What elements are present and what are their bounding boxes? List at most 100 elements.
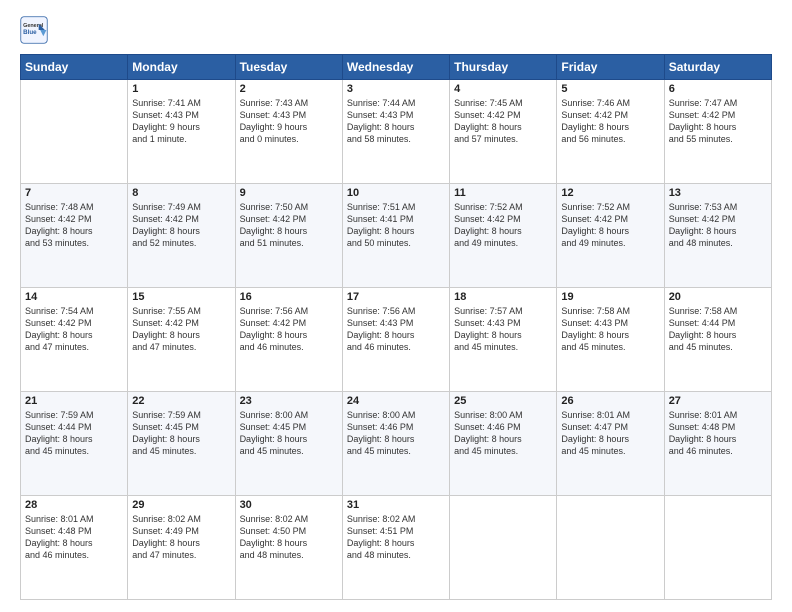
day-number: 23: [240, 395, 338, 407]
day-number: 2: [240, 83, 338, 95]
cell-info: Sunrise: 7:49 AM Sunset: 4:42 PM Dayligh…: [132, 201, 230, 250]
week-row-3: 14 Sunrise: 7:54 AM Sunset: 4:42 PM Dayli…: [21, 288, 772, 392]
day-number: 26: [561, 395, 659, 407]
calendar-cell: [450, 496, 557, 600]
calendar-cell: 23 Sunrise: 8:00 AM Sunset: 4:45 PM Dayli…: [235, 392, 342, 496]
day-number: 18: [454, 291, 552, 303]
day-number: 31: [347, 499, 445, 511]
day-number: 12: [561, 187, 659, 199]
cell-info: Sunrise: 7:48 AM Sunset: 4:42 PM Dayligh…: [25, 201, 123, 250]
cell-info: Sunrise: 7:54 AM Sunset: 4:42 PM Dayligh…: [25, 305, 123, 354]
day-number: 5: [561, 83, 659, 95]
calendar-cell: 14 Sunrise: 7:54 AM Sunset: 4:42 PM Dayli…: [21, 288, 128, 392]
svg-text:Blue: Blue: [23, 29, 37, 36]
day-number: 22: [132, 395, 230, 407]
cell-info: Sunrise: 7:56 AM Sunset: 4:43 PM Dayligh…: [347, 305, 445, 354]
logo: General Blue: [20, 16, 52, 44]
cell-info: Sunrise: 8:00 AM Sunset: 4:45 PM Dayligh…: [240, 409, 338, 458]
week-row-5: 28Sunrise: 8:01 AM Sunset: 4:48 PM Dayli…: [21, 496, 772, 600]
day-number: 13: [669, 187, 767, 199]
cell-info: Sunrise: 7:59 AM Sunset: 4:45 PM Dayligh…: [132, 409, 230, 458]
week-row-1: 1 Sunrise: 7:41 AM Sunset: 4:43 PM Daylig…: [21, 80, 772, 184]
calendar-cell: 6 Sunrise: 7:47 AM Sunset: 4:42 PM Daylig…: [664, 80, 771, 184]
calendar-cell: [664, 496, 771, 600]
calendar-cell: 20 Sunrise: 7:58 AM Sunset: 4:44 PM Dayli…: [664, 288, 771, 392]
calendar-cell: 16 Sunrise: 7:56 AM Sunset: 4:42 PM Dayli…: [235, 288, 342, 392]
col-header-friday: Friday: [557, 55, 664, 80]
cell-info: Sunrise: 7:47 AM Sunset: 4:42 PM Dayligh…: [669, 97, 767, 146]
calendar-cell: 22 Sunrise: 7:59 AM Sunset: 4:45 PM Dayli…: [128, 392, 235, 496]
cell-info: Sunrise: 7:53 AM Sunset: 4:42 PM Dayligh…: [669, 201, 767, 250]
day-number: 3: [347, 83, 445, 95]
page: General Blue SundayMondayTuesdayWednesda…: [0, 0, 792, 612]
col-header-monday: Monday: [128, 55, 235, 80]
cell-info: Sunrise: 7:58 AM Sunset: 4:44 PM Dayligh…: [669, 305, 767, 354]
day-number: 21: [25, 395, 123, 407]
day-number: 10: [347, 187, 445, 199]
day-number: 16: [240, 291, 338, 303]
cell-info: Sunrise: 7:50 AM Sunset: 4:42 PM Dayligh…: [240, 201, 338, 250]
calendar-body: 1 Sunrise: 7:41 AM Sunset: 4:43 PM Daylig…: [21, 80, 772, 600]
calendar-cell: 4Sunrise: 7:45 AM Sunset: 4:42 PM Daylig…: [450, 80, 557, 184]
calendar-cell: 19Sunrise: 7:58 AM Sunset: 4:43 PM Dayli…: [557, 288, 664, 392]
day-number: 27: [669, 395, 767, 407]
calendar-cell: 12Sunrise: 7:52 AM Sunset: 4:42 PM Dayli…: [557, 184, 664, 288]
calendar-cell: 31 Sunrise: 8:02 AM Sunset: 4:51 PM Dayli…: [342, 496, 449, 600]
cell-info: Sunrise: 7:41 AM Sunset: 4:43 PM Dayligh…: [132, 97, 230, 146]
cell-info: Sunrise: 7:59 AM Sunset: 4:44 PM Dayligh…: [25, 409, 123, 458]
day-number: 9: [240, 187, 338, 199]
day-number: 8: [132, 187, 230, 199]
calendar-cell: 1 Sunrise: 7:41 AM Sunset: 4:43 PM Daylig…: [128, 80, 235, 184]
calendar-header: SundayMondayTuesdayWednesdayThursdayFrid…: [21, 55, 772, 80]
header: General Blue: [20, 16, 772, 44]
day-number: 24: [347, 395, 445, 407]
cell-info: Sunrise: 8:02 AM Sunset: 4:50 PM Dayligh…: [240, 513, 338, 562]
calendar-cell: 10 Sunrise: 7:51 AM Sunset: 4:41 PM Dayli…: [342, 184, 449, 288]
col-header-thursday: Thursday: [450, 55, 557, 80]
cell-info: Sunrise: 8:01 AM Sunset: 4:47 PM Dayligh…: [561, 409, 659, 458]
calendar-cell: 15 Sunrise: 7:55 AM Sunset: 4:42 PM Dayli…: [128, 288, 235, 392]
day-number: 15: [132, 291, 230, 303]
day-number: 7: [25, 187, 123, 199]
day-number: 19: [561, 291, 659, 303]
calendar-cell: 2 Sunrise: 7:43 AM Sunset: 4:43 PM Daylig…: [235, 80, 342, 184]
calendar-cell: 28Sunrise: 8:01 AM Sunset: 4:48 PM Dayli…: [21, 496, 128, 600]
cell-info: Sunrise: 7:51 AM Sunset: 4:41 PM Dayligh…: [347, 201, 445, 250]
col-header-wednesday: Wednesday: [342, 55, 449, 80]
calendar-cell: 25Sunrise: 8:00 AM Sunset: 4:46 PM Dayli…: [450, 392, 557, 496]
calendar-cell: 24 Sunrise: 8:00 AM Sunset: 4:46 PM Dayli…: [342, 392, 449, 496]
cell-info: Sunrise: 7:44 AM Sunset: 4:43 PM Dayligh…: [347, 97, 445, 146]
calendar-cell: 11 Sunrise: 7:52 AM Sunset: 4:42 PM Dayli…: [450, 184, 557, 288]
col-header-saturday: Saturday: [664, 55, 771, 80]
day-number: 30: [240, 499, 338, 511]
day-number: 20: [669, 291, 767, 303]
week-row-4: 21 Sunrise: 7:59 AM Sunset: 4:44 PM Dayli…: [21, 392, 772, 496]
col-header-tuesday: Tuesday: [235, 55, 342, 80]
day-number: 25: [454, 395, 552, 407]
cell-info: Sunrise: 7:52 AM Sunset: 4:42 PM Dayligh…: [454, 201, 552, 250]
calendar-cell: 5Sunrise: 7:46 AM Sunset: 4:42 PM Daylig…: [557, 80, 664, 184]
day-number: 1: [132, 83, 230, 95]
header-row: SundayMondayTuesdayWednesdayThursdayFrid…: [21, 55, 772, 80]
cell-info: Sunrise: 8:01 AM Sunset: 4:48 PM Dayligh…: [669, 409, 767, 458]
logo-icon: General Blue: [20, 16, 48, 44]
cell-info: Sunrise: 7:57 AM Sunset: 4:43 PM Dayligh…: [454, 305, 552, 354]
cell-info: Sunrise: 8:00 AM Sunset: 4:46 PM Dayligh…: [347, 409, 445, 458]
calendar-cell: 29Sunrise: 8:02 AM Sunset: 4:49 PM Dayli…: [128, 496, 235, 600]
calendar-cell: 18 Sunrise: 7:57 AM Sunset: 4:43 PM Dayli…: [450, 288, 557, 392]
calendar-cell: 27 Sunrise: 8:01 AM Sunset: 4:48 PM Dayli…: [664, 392, 771, 496]
calendar-cell: 26 Sunrise: 8:01 AM Sunset: 4:47 PM Dayli…: [557, 392, 664, 496]
cell-info: Sunrise: 8:02 AM Sunset: 4:51 PM Dayligh…: [347, 513, 445, 562]
calendar-cell: [21, 80, 128, 184]
day-number: 28: [25, 499, 123, 511]
cell-info: Sunrise: 7:55 AM Sunset: 4:42 PM Dayligh…: [132, 305, 230, 354]
day-number: 4: [454, 83, 552, 95]
day-number: 11: [454, 187, 552, 199]
week-row-2: 7 Sunrise: 7:48 AM Sunset: 4:42 PM Daylig…: [21, 184, 772, 288]
cell-info: Sunrise: 7:56 AM Sunset: 4:42 PM Dayligh…: [240, 305, 338, 354]
calendar-cell: 3 Sunrise: 7:44 AM Sunset: 4:43 PM Daylig…: [342, 80, 449, 184]
day-number: 6: [669, 83, 767, 95]
cell-info: Sunrise: 7:43 AM Sunset: 4:43 PM Dayligh…: [240, 97, 338, 146]
calendar-cell: 9 Sunrise: 7:50 AM Sunset: 4:42 PM Daylig…: [235, 184, 342, 288]
day-number: 14: [25, 291, 123, 303]
